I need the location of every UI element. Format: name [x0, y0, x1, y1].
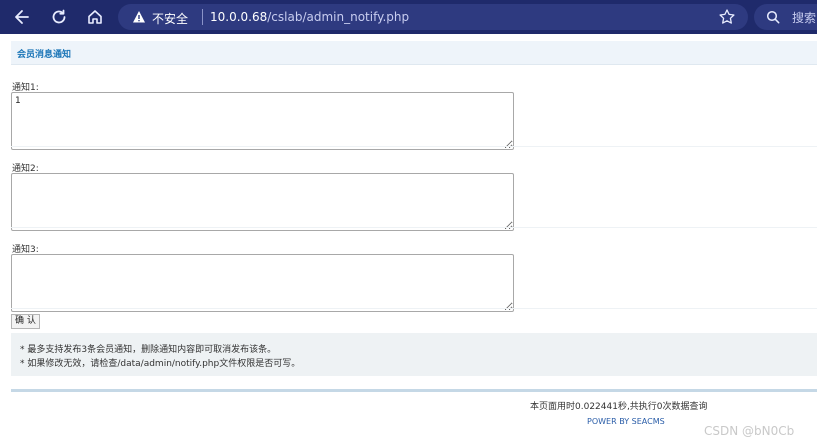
footer-power-link[interactable]: POWER BY SEACMS [587, 417, 665, 426]
notify-2-textarea[interactable] [11, 173, 514, 231]
reload-icon[interactable] [48, 6, 70, 28]
bookmark-star-icon[interactable] [718, 8, 736, 29]
browser-toolbar: 不安全 10.0.0.68/cslab/admin_notify.php 搜索 [0, 0, 817, 34]
home-icon[interactable] [84, 6, 106, 28]
address-separator [202, 9, 203, 25]
browser-search-box[interactable]: 搜索 [754, 4, 817, 30]
footer-stats: 本页面用时0.022441秒,共执行0次数据查询 [530, 402, 708, 412]
search-icon [766, 10, 780, 27]
row-divider [11, 308, 817, 309]
confirm-button[interactable]: 确 认 [11, 314, 40, 329]
url-path: /cslab/admin_notify.php [267, 10, 410, 24]
footer-divider [11, 389, 817, 392]
notify-1-textarea[interactable]: 1 [11, 92, 514, 150]
search-placeholder: 搜索 [792, 11, 817, 25]
watermark: CSDN @bN0Cb [704, 424, 795, 438]
page-title: 会员消息通知 [17, 50, 72, 60]
row-divider [11, 146, 817, 147]
url-text[interactable]: 10.0.0.68/cslab/admin_notify.php [210, 10, 409, 24]
address-bar[interactable]: 不安全 10.0.0.68/cslab/admin_notify.php [118, 4, 748, 30]
notice-box: * 最多支持发布3条会员通知，删除通知内容即可取消发布该条。 * 如果修改无效，… [11, 333, 817, 376]
notify-3-textarea[interactable] [11, 254, 514, 312]
back-arrow-icon[interactable] [11, 6, 33, 28]
row-divider [11, 227, 817, 228]
url-host: 10.0.0.68 [210, 10, 268, 24]
notice-line: * 如果修改无效，请检查/data/admin/notify.php文件权限是否… [20, 359, 301, 369]
page-header: 会员消息通知 [11, 41, 817, 65]
warning-icon[interactable] [132, 10, 146, 27]
security-label[interactable]: 不安全 [152, 10, 188, 27]
notice-line: * 最多支持发布3条会员通知，删除通知内容即可取消发布该条。 [20, 345, 277, 355]
